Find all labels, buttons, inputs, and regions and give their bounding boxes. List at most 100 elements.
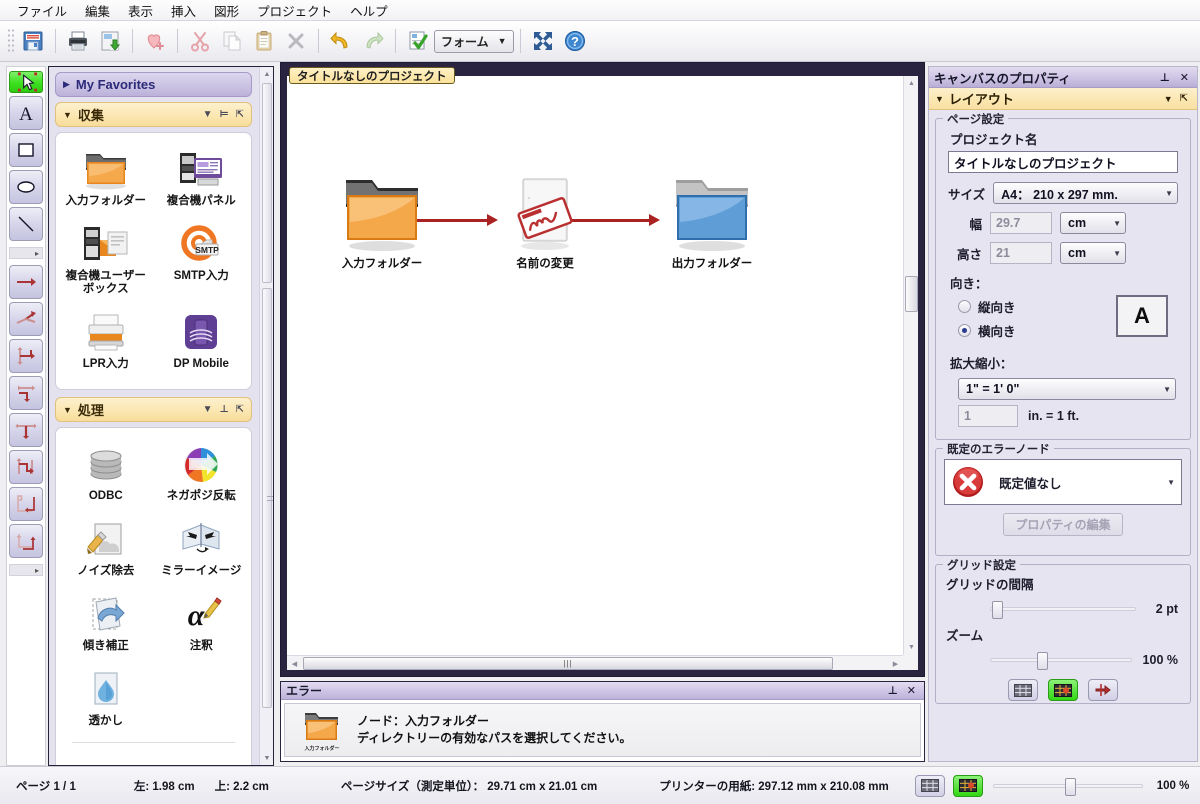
palette-item-despeckle[interactable]: ノイズ除去 (58, 511, 154, 586)
height-unit-select[interactable]: cm ▼ (1060, 242, 1126, 264)
tool-connector-elbow-2[interactable] (9, 376, 43, 410)
status-zoom-slider-thumb[interactable] (1064, 777, 1076, 796)
menu-shape[interactable]: 図形 (205, 0, 248, 22)
palette-item-deskew[interactable]: 傾き補正 (58, 586, 154, 661)
scroll-up-icon[interactable]: ▲ (260, 67, 273, 81)
tool-connector-elbow-4[interactable] (9, 450, 43, 484)
undo-button[interactable] (326, 26, 356, 56)
print-button[interactable] (63, 26, 93, 56)
pin-icon[interactable]: ⊥ (1153, 71, 1177, 84)
status-grid-button[interactable] (914, 774, 945, 797)
palette-item-invert[interactable]: ネガポジ反転 (154, 436, 250, 511)
grid-zoom-slider-thumb[interactable] (1037, 652, 1049, 670)
menu-insert[interactable]: 挿入 (162, 0, 205, 22)
grid-spacing-slider-thumb[interactable] (992, 601, 1004, 619)
group-pin-icon[interactable]: ⊨ (219, 109, 228, 120)
menu-edit[interactable]: 編集 (76, 0, 119, 22)
shape-tools-expander[interactable]: ▸ (9, 247, 43, 259)
section-popout-icon[interactable]: ⇱ (1180, 93, 1191, 104)
fullscreen-button[interactable] (528, 26, 558, 56)
grid-origin-button[interactable] (1088, 679, 1118, 701)
node-output-folder[interactable]: 出力フォルダー (669, 174, 755, 271)
group-popout-icon[interactable]: ⇱ (236, 404, 244, 415)
menu-help[interactable]: ヘルプ (341, 0, 397, 22)
edit-properties-button[interactable]: プロパティの編集 (1003, 513, 1123, 536)
tool-connector-elbow-3[interactable] (9, 413, 43, 447)
close-icon[interactable]: ✕ (904, 684, 919, 697)
palette-item-input-folder[interactable]: 入力フォルダー (58, 141, 154, 216)
palette-item-odbc[interactable]: ODBC (58, 436, 154, 511)
validate-button[interactable] (403, 26, 433, 56)
palette-item-convert[interactable] (58, 745, 154, 765)
node-rename[interactable]: 名前の変更 (509, 174, 581, 271)
scroll-down-icon[interactable]: ▼ (904, 640, 919, 655)
palette-scroll-thumb-upper[interactable] (262, 83, 272, 283)
orientation-landscape-option[interactable]: 横向き (958, 321, 1116, 340)
tool-text[interactable]: A (9, 96, 43, 130)
tool-connector-straight[interactable] (9, 265, 43, 299)
palette-item-smtp-input[interactable]: SMTP SMTP入力 (154, 216, 250, 304)
section-menu-icon[interactable]: ▼ (1157, 94, 1180, 104)
group-popout-icon[interactable]: ⇱ (236, 109, 244, 120)
menu-file[interactable]: ファイル (8, 0, 76, 22)
group-menu-icon[interactable]: ▼ (203, 109, 213, 120)
palette-item-annotate[interactable]: α 注釈 (154, 586, 250, 661)
paper-size-select[interactable]: A4： 210 x 297 mm. ▼ (993, 182, 1178, 204)
tool-connector-loop-1[interactable] (9, 487, 43, 521)
canvas-vertical-scrollbar[interactable]: ▲ ▼ (903, 76, 918, 655)
grid-spacing-slider[interactable] (990, 601, 1136, 619)
palette-group-capture[interactable]: ▼ 収集 ▼ ⊨ ⇱ (55, 102, 252, 127)
menu-view[interactable]: 表示 (119, 0, 162, 22)
canvas-horizontal-scrollbar[interactable]: ◀ ||| ▶ (287, 655, 903, 670)
canvas-hscroll-thumb[interactable]: ||| (303, 657, 833, 670)
paste-button[interactable] (249, 26, 279, 56)
palette-group-process[interactable]: ▼ 処理 ▼ ⊥ ⇱ (55, 397, 252, 422)
status-grid-snap-button[interactable] (952, 774, 983, 797)
canvas-vscroll-thumb[interactable] (905, 276, 918, 312)
cut-button[interactable] (185, 26, 215, 56)
tool-connector-elbow-1[interactable] (9, 339, 43, 373)
export-button[interactable] (95, 26, 125, 56)
help-button[interactable]: ? (560, 26, 590, 56)
redo-button[interactable] (358, 26, 388, 56)
palette-item-mfp-panel[interactable]: 複合機パネル (154, 141, 250, 216)
scale-select[interactable]: 1" = 1' 0" ▼ (958, 378, 1176, 400)
canvas-surface[interactable]: 入力フォルダー 名前の変更 出力フォルダー (287, 76, 903, 655)
grid-snap-button[interactable] (1048, 679, 1078, 701)
pin-icon[interactable]: ⊥ (882, 684, 904, 697)
scroll-right-icon[interactable]: ▶ (888, 656, 903, 671)
copy-button[interactable] (217, 26, 247, 56)
node-input-folder[interactable]: 入力フォルダー (339, 174, 425, 271)
height-input[interactable]: 21 (990, 242, 1052, 264)
palette-scrollbar[interactable]: ▲ ▼ (259, 67, 273, 765)
tool-connector-branch[interactable] (9, 302, 43, 336)
scroll-up-icon[interactable]: ▲ (904, 76, 919, 91)
default-error-node-select[interactable]: 既定値なし ▼ (944, 459, 1182, 505)
orientation-portrait-option[interactable]: 縦向き (958, 297, 1116, 316)
scroll-left-icon[interactable]: ◀ (287, 656, 302, 671)
delete-button[interactable] (281, 26, 311, 56)
layout-section-header[interactable]: ▼ レイアウト ▼ ⇱ (929, 88, 1197, 110)
palette-scroll-thumb-lower[interactable] (262, 288, 272, 708)
width-input[interactable]: 29.7 (990, 212, 1052, 234)
palette-item-watermark[interactable]: 透かし (58, 661, 154, 736)
tool-connector-loop-2[interactable] (9, 524, 43, 558)
palette-item-mfp-userbox[interactable]: 複合機ユーザーボックス (58, 216, 154, 304)
tool-rectangle[interactable] (9, 133, 43, 167)
scale-number-input[interactable]: 1 (958, 405, 1018, 427)
project-name-input[interactable]: タイトルなしのプロジェクト (948, 151, 1178, 173)
close-icon[interactable]: ✕ (1177, 71, 1192, 84)
save-button[interactable] (18, 26, 48, 56)
palette-item-mirror-image[interactable]: ミラーイメージ (154, 511, 250, 586)
palette-item-scanner[interactable] (154, 745, 250, 765)
status-zoom-slider[interactable] (992, 777, 1143, 796)
tool-select[interactable] (9, 71, 43, 93)
group-pin-icon[interactable]: ⊥ (219, 404, 228, 415)
grid-zoom-slider[interactable] (990, 652, 1132, 670)
scroll-down-icon[interactable]: ▼ (260, 751, 273, 765)
connector-tools-expander[interactable]: ▸ (9, 564, 43, 576)
tool-ellipse[interactable] (9, 170, 43, 204)
form-mode-combo[interactable]: フォーム ▼ (434, 29, 514, 53)
menu-project[interactable]: プロジェクト (248, 0, 341, 22)
group-menu-icon[interactable]: ▼ (203, 404, 213, 415)
